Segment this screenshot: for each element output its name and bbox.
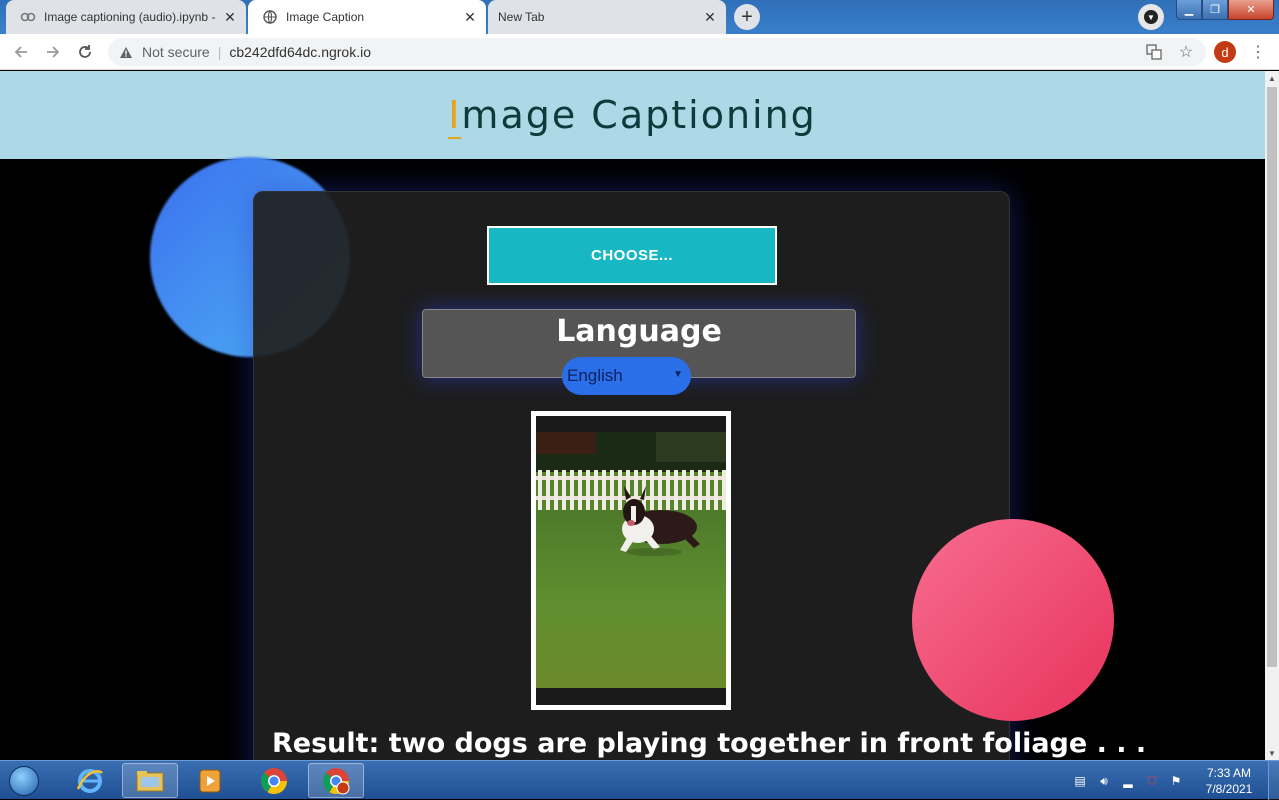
file-explorer-icon[interactable] bbox=[122, 763, 178, 798]
title-accent-letter: I bbox=[448, 93, 462, 139]
close-tab-icon[interactable]: ✕ bbox=[220, 7, 240, 27]
tab-search-button[interactable]: ▼ bbox=[1138, 4, 1164, 30]
decorative-pink-circle bbox=[912, 519, 1114, 721]
address-bar[interactable]: Not secure | cb242dfd64dc.ngrok.io bbox=[108, 38, 1206, 66]
warning-icon[interactable] bbox=[118, 46, 134, 59]
forward-button[interactable] bbox=[41, 40, 65, 64]
arrow-left-icon bbox=[14, 46, 27, 58]
colab-icon bbox=[20, 9, 36, 25]
restore-button[interactable]: ❐ bbox=[1202, 0, 1228, 20]
scroll-down-arrow-icon[interactable]: ▼ bbox=[1265, 746, 1279, 760]
new-tab-button[interactable]: + bbox=[734, 4, 760, 30]
language-label: Language bbox=[556, 314, 722, 349]
language-selected-value: English bbox=[567, 366, 623, 385]
security-label: Not secure bbox=[142, 44, 210, 60]
windows-orb-icon bbox=[9, 765, 39, 796]
chevron-down-icon: ▼ bbox=[1144, 10, 1158, 24]
chevron-down-icon: ▼ bbox=[673, 369, 683, 380]
action-center-flag-icon[interactable]: ⚑ bbox=[1168, 773, 1184, 789]
network-adapter-icon[interactable]: ▤ bbox=[1072, 773, 1088, 789]
uploaded-dog-photo bbox=[536, 432, 726, 688]
url-text: cb242dfd64dc.ngrok.io bbox=[229, 44, 372, 60]
browser-tab-strip: Image captioning (audio).ipynb - ✕ Image… bbox=[0, 0, 1279, 34]
tab-label: Image captioning (audio).ipynb - bbox=[44, 10, 216, 24]
start-button[interactable] bbox=[4, 762, 44, 799]
clock-time: 7:33 AM bbox=[1206, 766, 1252, 780]
title-text: mage Captioning bbox=[461, 93, 817, 137]
minimize-button[interactable]: ▁ bbox=[1176, 0, 1202, 20]
clock-date: 7/8/2021 bbox=[1205, 782, 1253, 796]
profile-avatar[interactable]: d bbox=[1214, 41, 1236, 63]
caption-result: Result: two dogs are playing together in… bbox=[272, 728, 1147, 759]
tab-colab-notebook[interactable]: Image captioning (audio).ipynb - ✕ bbox=[6, 0, 246, 34]
choose-file-button[interactable]: CHOOSE... bbox=[487, 226, 777, 285]
globe-icon bbox=[262, 9, 278, 25]
media-player-icon[interactable] bbox=[182, 763, 238, 798]
reload-button[interactable] bbox=[73, 40, 97, 64]
chrome-icon[interactable] bbox=[246, 763, 302, 798]
close-tab-icon[interactable]: ✕ bbox=[460, 7, 480, 27]
system-tray: ▤ 🔊︎ ▂ ⛉ ⚑ bbox=[1072, 771, 1184, 791]
page-viewport: Image Captioning CHOOSE... Language Engl… bbox=[0, 71, 1265, 760]
browser-toolbar: Not secure | cb242dfd64dc.ngrok.io ☆ d ⋮ bbox=[0, 34, 1279, 70]
language-panel: Language English ▼ bbox=[422, 309, 856, 395]
volume-icon[interactable]: 🔊︎ bbox=[1096, 773, 1112, 789]
menu-kebab-icon[interactable]: ⋮ bbox=[1246, 40, 1270, 64]
taskbar-clock[interactable]: 7:33 AM 7/8/2021 bbox=[1198, 765, 1260, 797]
bookmark-star-icon[interactable]: ☆ bbox=[1174, 40, 1198, 64]
arrow-right-icon bbox=[47, 46, 60, 58]
divider: | bbox=[217, 44, 222, 60]
signal-strength-icon[interactable]: ▂ bbox=[1120, 773, 1136, 789]
language-select[interactable]: English ▼ bbox=[562, 357, 691, 395]
translate-icon[interactable] bbox=[1142, 40, 1166, 64]
upload-card: CHOOSE... Language English ▼ Result: two… bbox=[253, 191, 1146, 760]
page-title: Image Captioning bbox=[448, 93, 817, 139]
back-button[interactable] bbox=[9, 40, 33, 64]
page-header: Image Captioning bbox=[0, 71, 1265, 159]
antivirus-shield-icon[interactable]: ⛉ bbox=[1144, 773, 1160, 789]
internet-explorer-icon[interactable] bbox=[62, 763, 118, 798]
windows-taskbar: ▤ 🔊︎ ▂ ⛉ ⚑ 7:33 AM 7/8/2021 bbox=[0, 760, 1279, 800]
scroll-up-arrow-icon[interactable]: ▲ bbox=[1265, 71, 1279, 85]
page-scrollbar[interactable]: ▲ ▼ bbox=[1265, 71, 1279, 760]
close-tab-icon[interactable]: ✕ bbox=[700, 7, 720, 27]
tab-label: New Tab bbox=[498, 10, 545, 24]
chrome-profile-window-icon[interactable] bbox=[308, 763, 364, 798]
tab-label: Image Caption bbox=[286, 10, 365, 24]
tab-image-caption[interactable]: Image Caption ✕ bbox=[248, 0, 486, 34]
uploaded-image-frame bbox=[531, 411, 731, 710]
tab-new-tab[interactable]: New Tab ✕ bbox=[488, 0, 726, 34]
scrollbar-thumb[interactable] bbox=[1267, 87, 1277, 667]
reload-icon bbox=[79, 45, 91, 58]
show-desktop-button[interactable] bbox=[1268, 761, 1279, 800]
close-window-button[interactable]: ✕ bbox=[1228, 0, 1274, 20]
